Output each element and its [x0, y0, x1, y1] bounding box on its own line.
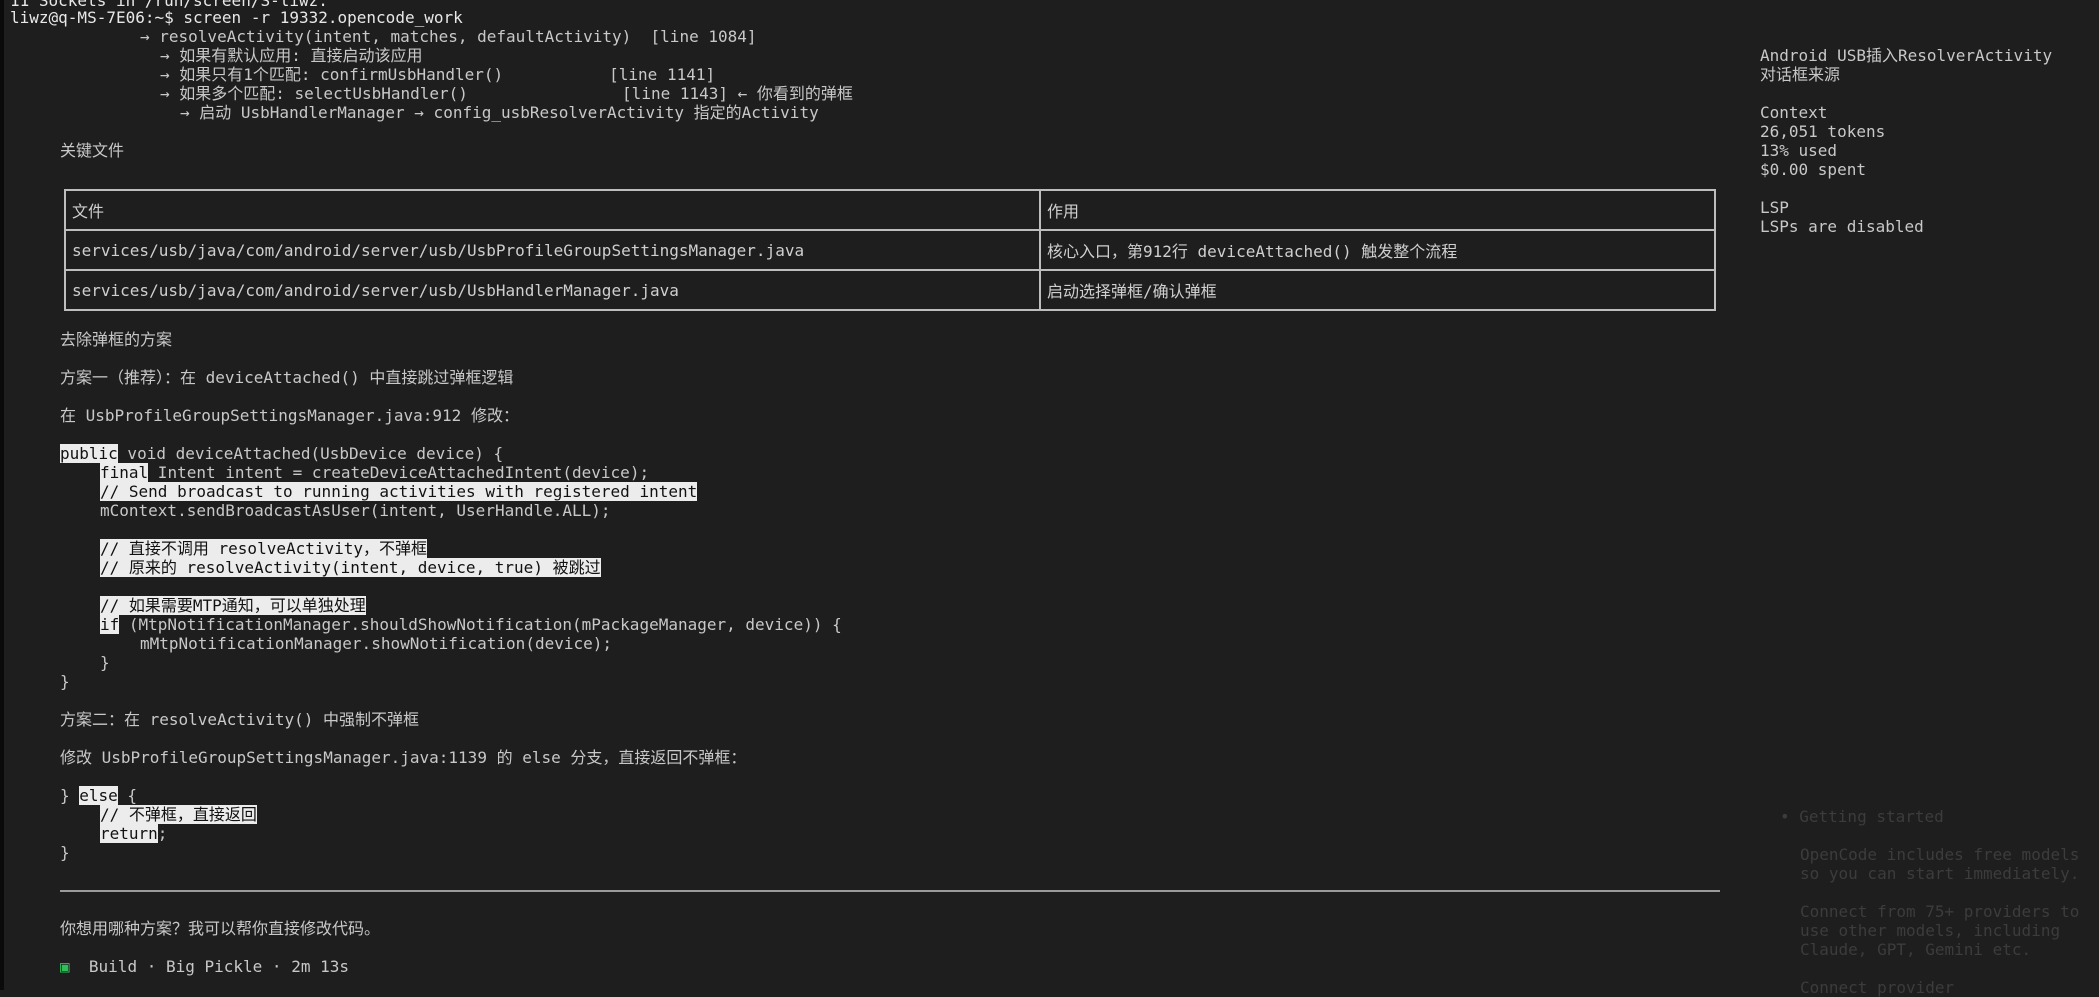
flow-line: → 如果多个匹配: selectUsbHandler() [line 1143]… — [160, 84, 853, 103]
table-row: services/usb/java/com/android/server/usb… — [64, 229, 1716, 271]
table-row: services/usb/java/com/android/server/usb… — [64, 269, 1716, 311]
shell-prompt: liwz@q-MS-7E06:~$ screen -r 19332.openco… — [10, 8, 463, 27]
session-title: Android USB插入ResolverActivity — [1760, 46, 2053, 65]
context-heading: Context — [1760, 103, 1828, 122]
context-spent: $0.00 spent — [1760, 160, 1866, 179]
context-used: 13% used — [1760, 141, 1838, 160]
lsp-status: LSPs are disabled — [1760, 217, 1924, 236]
session-title-cont: 对话框来源 — [1760, 65, 1841, 84]
table-header-cell: 文件 — [64, 189, 1041, 231]
flow-line: → resolveActivity(intent, matches, defau… — [140, 27, 757, 46]
key-files-heading: 关键文件 — [60, 141, 125, 160]
table-header-cell: 作用 — [1039, 189, 1716, 231]
window-edge — [0, 0, 4, 990]
key-files-table: 文件 作用 services/usb/java/com/android/serv… — [64, 189, 1716, 311]
getting-started-text: so you can start immediately. — [1800, 864, 2080, 883]
getting-started-title: • Getting started — [1780, 807, 1944, 826]
flow-line: → 如果只有1个匹配: confirmUsbHandler() [line 11… — [160, 65, 716, 84]
session-sidebar: Android USB插入ResolverActivity 对话框来源 Cont… — [1760, 0, 2099, 997]
flow-line: → 启动 UsbHandlerManager → config_usbResol… — [180, 103, 819, 122]
table-cell: services/usb/java/com/android/server/usb… — [64, 229, 1041, 271]
table-cell: services/usb/java/com/android/server/usb… — [64, 269, 1041, 311]
connect-provider-link[interactable]: Connect provider — [1800, 978, 1954, 997]
flow-line: → 如果有默认应用: 直接启动该应用 — [160, 46, 423, 65]
table-cell: 启动选择弹框/确认弹框 — [1039, 269, 1716, 311]
table-header-row: 文件 作用 — [64, 189, 1716, 231]
context-tokens: 26,051 tokens — [1760, 122, 1886, 141]
getting-started-text: OpenCode includes free models — [1800, 845, 2080, 864]
lsp-heading: LSP — [1760, 198, 1789, 217]
getting-started-text: Claude, GPT, Gemini etc. — [1800, 940, 2032, 959]
section-divider — [60, 890, 1720, 892]
table-cell: 核心入口，第912行 deviceAttached() 触发整个流程 — [1039, 229, 1716, 271]
getting-started-text: Connect from 75+ providers to — [1800, 902, 2080, 921]
getting-started-text: use other models, including — [1800, 921, 2061, 940]
terminal-output: 11 Sockets in /run/screen/S-liwz. liwz@q… — [10, 0, 1750, 990]
